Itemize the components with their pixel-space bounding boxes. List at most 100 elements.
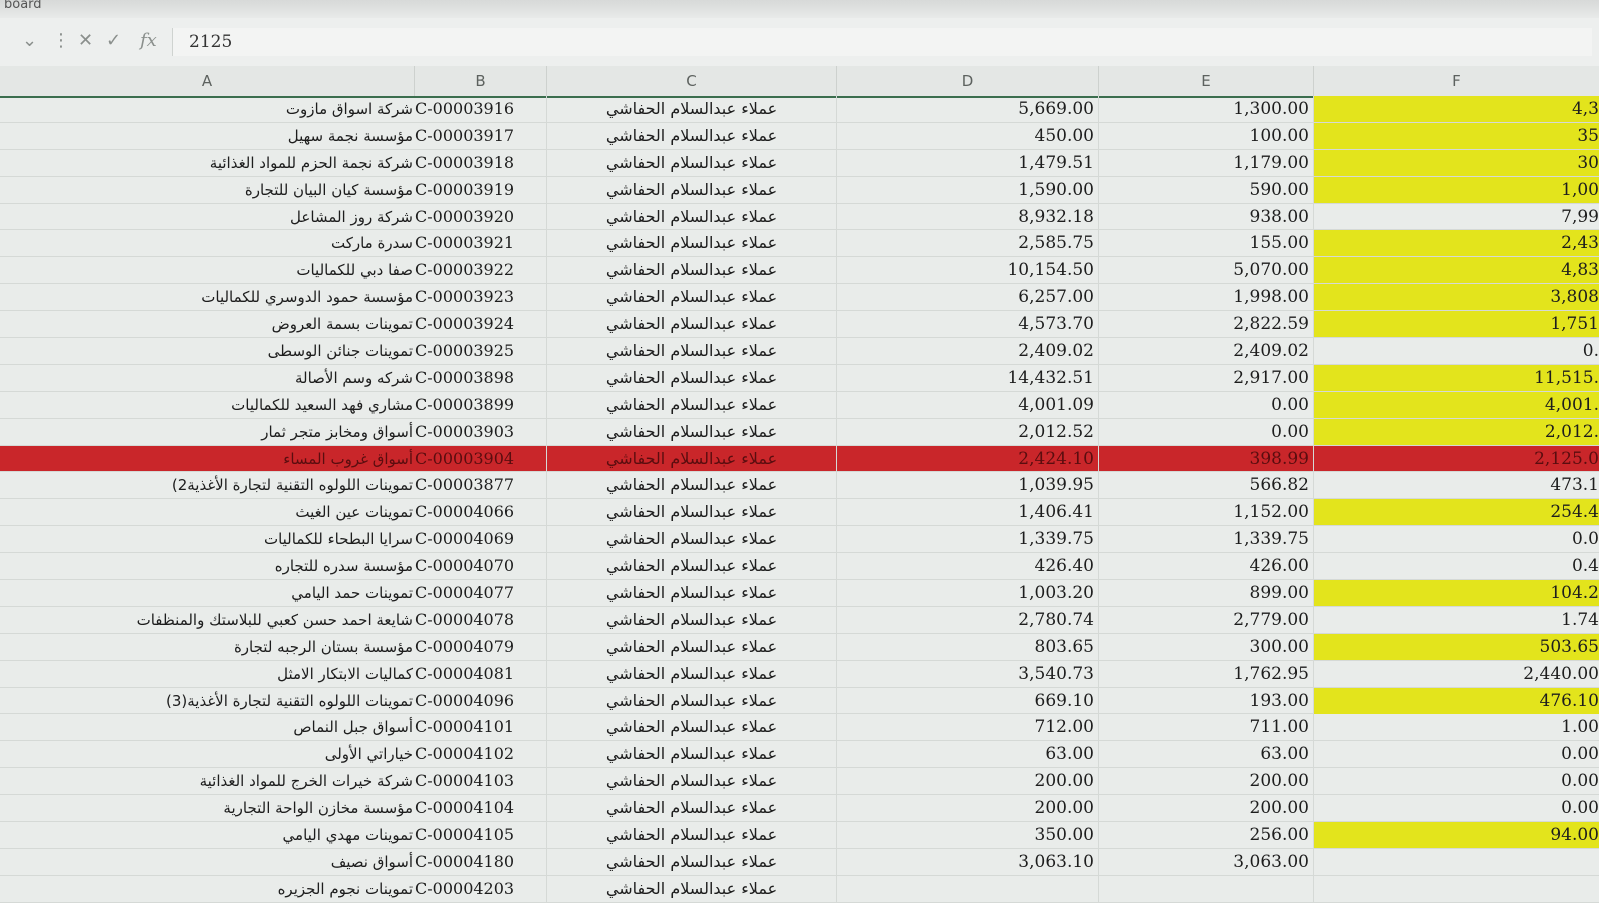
table-row[interactable]: أسواق ومخابز متجر ثمار C-00003903 عملاء عب…	[0, 418, 1599, 446]
cell-paid[interactable]: 200.00	[1099, 768, 1314, 795]
cell-customer-code[interactable]: C-00004103	[415, 768, 547, 795]
cell-group[interactable]: عملاء عبدالسلام الحفاشي	[547, 526, 837, 553]
cell-balance[interactable]: 0.0	[1314, 526, 1599, 552]
cell-total[interactable]: 803.65	[837, 633, 1099, 660]
cell-group[interactable]: عملاء عبدالسلام الحفاشي	[547, 714, 837, 741]
cell-customer-name[interactable]: تموينات عين الغيث	[0, 499, 415, 525]
cell-customer-name[interactable]: مؤسسة سدره للتجاره	[0, 553, 415, 579]
cell-balance[interactable]: 1,751	[1314, 311, 1599, 338]
cell-balance[interactable]: 104.2	[1314, 580, 1599, 607]
cell-group[interactable]: عملاء عبدالسلام الحفاشي	[547, 257, 837, 284]
fx-icon[interactable]: fx	[140, 30, 157, 51]
cell-customer-code[interactable]: C-00003898	[415, 364, 547, 391]
cell-group[interactable]: عملاء عبدالسلام الحفاشي	[547, 822, 837, 849]
cell-customer-name[interactable]: تموينات جنائن الوسطى	[0, 338, 415, 364]
cell-paid[interactable]: 1,998.00	[1099, 284, 1314, 311]
cell-group[interactable]: عملاء عبدالسلام الحفاشي	[547, 660, 837, 687]
cell-group[interactable]: عملاء عبدالسلام الحفاشي	[547, 848, 837, 875]
cell-total[interactable]: 2,585.75	[837, 230, 1099, 257]
table-row[interactable]: تموينات اللولوه التقنية لتجارة الأغذية(3…	[0, 687, 1599, 715]
column-header-a[interactable]: A	[0, 66, 415, 96]
table-row[interactable]: خياراتي الأولى C-00004102 عملاء عبدالسلام …	[0, 741, 1599, 769]
cell-paid[interactable]: 100.00	[1099, 122, 1314, 149]
cell-customer-code[interactable]: C-00004077	[415, 580, 547, 607]
cell-balance[interactable]: 94.00	[1314, 822, 1599, 849]
cell-total[interactable]: 1,406.41	[837, 499, 1099, 526]
cell-total[interactable]: 8,932.18	[837, 203, 1099, 230]
cell-total[interactable]: 1,339.75	[837, 526, 1099, 553]
cell-group[interactable]: عملاء عبدالسلام الحفاشي	[547, 445, 837, 472]
cell-customer-code[interactable]: C-00004102	[415, 741, 547, 768]
cell-balance[interactable]: 1.74	[1314, 607, 1599, 633]
cell-total[interactable]: 5,669.00	[837, 96, 1099, 122]
cell-total[interactable]: 1,039.95	[837, 472, 1099, 499]
cell-balance[interactable]: 4,83	[1314, 257, 1599, 284]
cell-customer-name[interactable]: تموينات بسمة العروض	[0, 311, 415, 337]
name-box-dropdown-icon[interactable]: ⌄	[22, 30, 37, 51]
enter-icon[interactable]: ✓	[106, 30, 121, 51]
cell-paid[interactable]: 1,339.75	[1099, 526, 1314, 553]
cell-customer-name[interactable]: سدرة ماركت	[0, 230, 415, 256]
cell-paid[interactable]: 63.00	[1099, 741, 1314, 768]
cell-customer-code[interactable]: C-00004078	[415, 606, 547, 633]
cell-total[interactable]: 3,540.73	[837, 660, 1099, 687]
cell-group[interactable]: عملاء عبدالسلام الحفاشي	[547, 687, 837, 714]
cell-paid[interactable]: 1,152.00	[1099, 499, 1314, 526]
cell-total[interactable]: 2,409.02	[837, 338, 1099, 365]
cell-balance[interactable]: 476.10	[1314, 687, 1599, 714]
table-row[interactable]: مؤسسة سدره للتجاره C-00004070 عملاء عبدالس…	[0, 553, 1599, 581]
cell-balance[interactable]: 35	[1314, 122, 1599, 149]
cell-total[interactable]: 2,780.74	[837, 606, 1099, 633]
cell-customer-code[interactable]: C-00003919	[415, 176, 547, 203]
cell-customer-name[interactable]: تموينات اللولوه التقنية لتجارة الأغذية(3…	[0, 688, 415, 714]
table-row[interactable]: شركة روز المشاعل C-00003920 عملاء عبدالسلا…	[0, 203, 1599, 231]
cell-paid[interactable]: 2,779.00	[1099, 606, 1314, 633]
cell-group[interactable]: عملاء عبدالسلام الحفاشي	[547, 284, 837, 311]
cell-balance[interactable]: 0.00	[1314, 795, 1599, 821]
cell-customer-name[interactable]: شركة نجمة الحزم للمواد الغذائية	[0, 150, 415, 176]
cell-group[interactable]: عملاء عبدالسلام الحفاشي	[547, 176, 837, 203]
cell-customer-name[interactable]: أسواق غروب المساء	[0, 446, 415, 472]
selected-table-row[interactable]: أسواق غروب المساء C-00003904 عملاء عبدالسل…	[0, 445, 1599, 473]
column-header-e[interactable]: E	[1099, 66, 1314, 96]
cell-customer-name[interactable]: أسواق نصيف	[0, 849, 415, 875]
table-row[interactable]: تموينات حمد اليامي C-00004077 عملاء عبدالس…	[0, 580, 1599, 607]
cell-balance[interactable]: 0.4	[1314, 553, 1599, 579]
table-row[interactable]: شركه وسم الأصالة C-00003898 عملاء عبدالسلا…	[0, 364, 1599, 392]
cell-balance[interactable]: 30	[1314, 149, 1599, 176]
cell-total[interactable]: 4,001.09	[837, 391, 1099, 418]
cell-balance[interactable]: 1,00	[1314, 176, 1599, 203]
cell-group[interactable]: عملاء عبدالسلام الحفاشي	[547, 795, 837, 822]
cell-group[interactable]: عملاء عبدالسلام الحفاشي	[547, 122, 837, 149]
cell-total[interactable]: 450.00	[837, 122, 1099, 149]
table-row[interactable]: تموينات اللولوه التقنية لتجارة الأغذية2)…	[0, 472, 1599, 500]
cell-group[interactable]: عملاء عبدالسلام الحفاشي	[547, 364, 837, 391]
cell-group[interactable]: عملاء عبدالسلام الحفاشي	[547, 875, 837, 902]
cell-paid[interactable]: 300.00	[1099, 633, 1314, 660]
cell-paid[interactable]: 1,300.00	[1099, 96, 1314, 122]
cell-customer-name[interactable]: شركة روز المشاعل	[0, 204, 415, 230]
cell-customer-code[interactable]: C-00003918	[415, 149, 547, 176]
cell-group[interactable]: عملاء عبدالسلام الحفاشي	[547, 311, 837, 338]
cell-paid[interactable]: 590.00	[1099, 176, 1314, 203]
cell-customer-name[interactable]: أسواق جبل النماص	[0, 714, 415, 740]
cell-customer-code[interactable]: C-00003916	[415, 96, 547, 122]
cell-customer-code[interactable]: C-00004105	[415, 822, 547, 849]
cell-group[interactable]: عملاء عبدالسلام الحفاشي	[547, 633, 837, 660]
table-row[interactable]: تموينات عين الغيث C-00004066 عملاء عبدالسل…	[0, 499, 1599, 527]
cell-total[interactable]: 63.00	[837, 741, 1099, 768]
table-row[interactable]: سرايا البطحاء للكماليات C-00004069 عملاء ع…	[0, 526, 1599, 554]
cell-customer-name[interactable]: شركة اسواق مازوت	[0, 96, 415, 122]
cell-customer-name[interactable]: تموينات مهدي اليامي	[0, 822, 415, 848]
cell-customer-name[interactable]: شركة خيرات الخرج للمواد الغذائية	[0, 768, 415, 794]
column-header-d[interactable]: D	[837, 66, 1099, 96]
cell-customer-name[interactable]: أسواق ومخابز متجر ثمار	[0, 419, 415, 445]
column-header-f[interactable]: F	[1314, 66, 1599, 96]
cell-customer-name[interactable]: تموينات نجوم الجزيره	[0, 876, 415, 902]
cell-group[interactable]: عملاء عبدالسلام الحفاشي	[547, 606, 837, 633]
cell-customer-code[interactable]: C-00004079	[415, 633, 547, 660]
cell-customer-code[interactable]: C-00004180	[415, 848, 547, 875]
cell-balance[interactable]: 3,808	[1314, 284, 1599, 311]
cell-total[interactable]: 200.00	[837, 795, 1099, 822]
cell-group[interactable]: عملاء عبدالسلام الحفاشي	[547, 553, 837, 580]
